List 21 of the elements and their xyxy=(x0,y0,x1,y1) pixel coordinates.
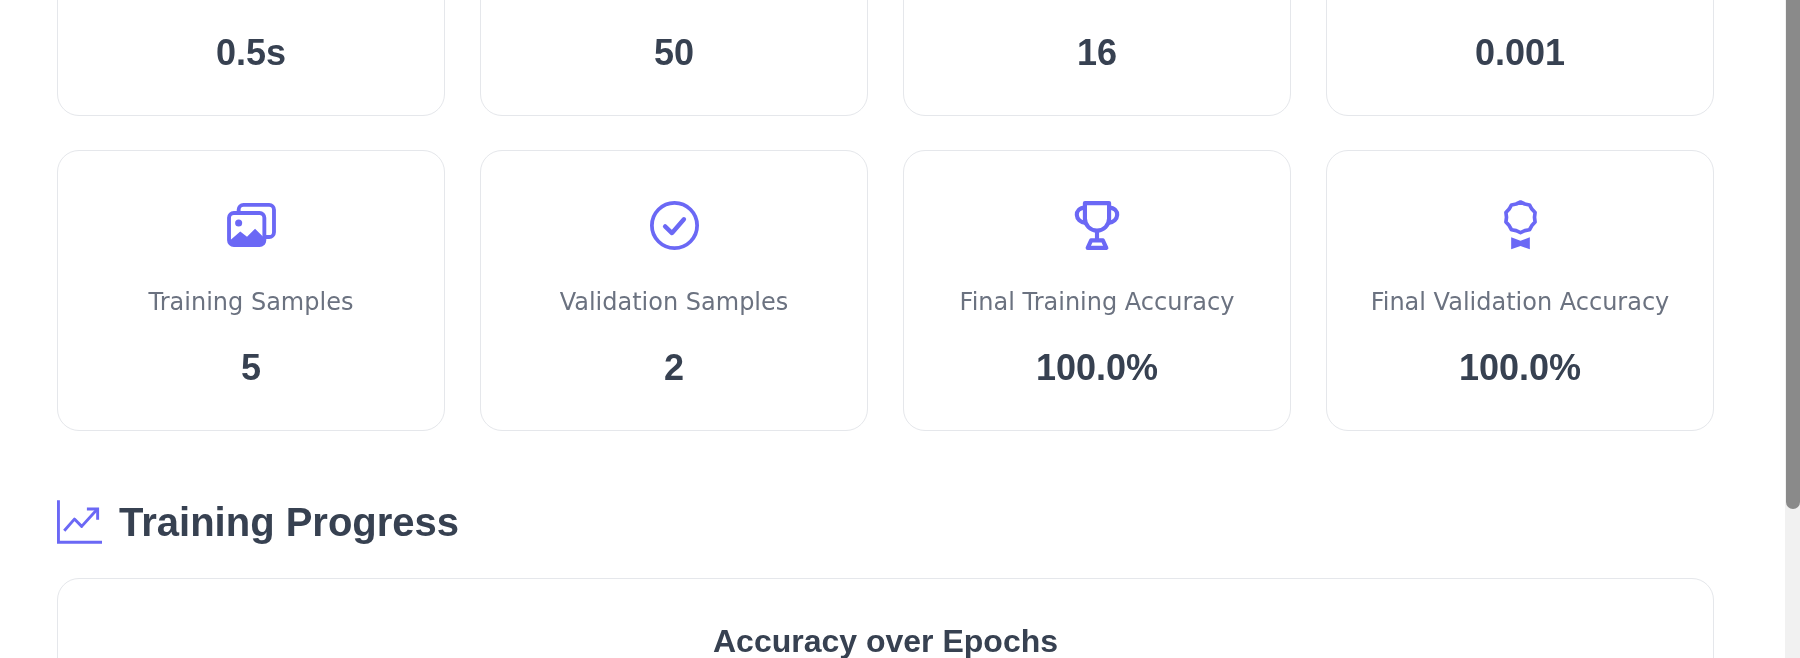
scrollbar-track[interactable] xyxy=(1785,0,1800,658)
stat-label: Final Validation Accuracy xyxy=(1370,287,1670,317)
check-circle-icon xyxy=(649,200,699,250)
award-icon xyxy=(1502,200,1538,250)
trophy-icon xyxy=(1074,200,1120,250)
stat-value: 0.001 xyxy=(1474,31,1566,75)
stat-value: 100.0% xyxy=(1035,346,1159,390)
stat-label: Final Training Accuracy xyxy=(959,287,1235,317)
chart-title: Accuracy over Epochs xyxy=(712,623,1058,658)
stat-value: 5 xyxy=(241,346,261,390)
stat-value: 2 xyxy=(664,346,684,390)
stat-value: 0.5s xyxy=(215,31,287,75)
section-heading: Training Progress xyxy=(119,499,460,545)
images-icon xyxy=(226,203,276,247)
scrollbar-thumb[interactable] xyxy=(1786,0,1800,509)
stat-value: 16 xyxy=(1076,31,1117,75)
line-chart-icon xyxy=(57,500,102,544)
stat-label: Training Samples xyxy=(148,287,354,317)
stat-label: Validation Samples xyxy=(559,287,789,317)
stat-value: 100.0% xyxy=(1458,346,1582,390)
stat-value: 50 xyxy=(653,31,694,75)
